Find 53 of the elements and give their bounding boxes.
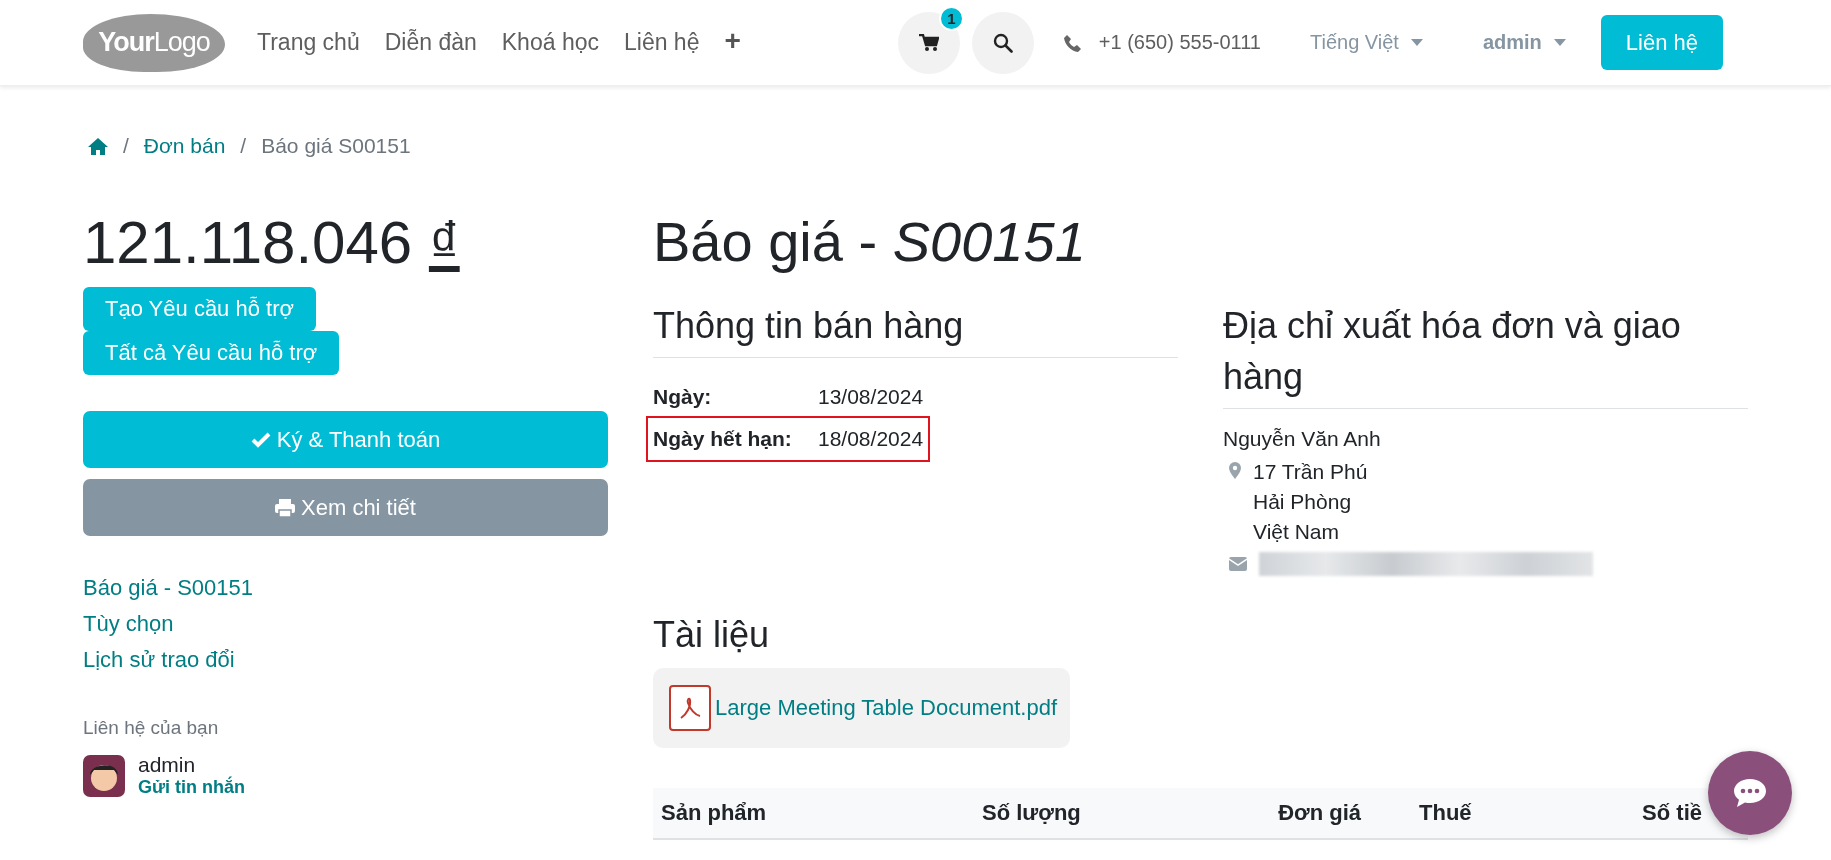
customer-name: Nguyễn Văn Anh bbox=[1223, 427, 1382, 451]
breadcrumb-current: Báo giá S00151 bbox=[261, 134, 411, 158]
attachment-card[interactable]: Large Meeting Table Document.pdf bbox=[653, 668, 1071, 748]
chat-button[interactable] bbox=[1708, 751, 1792, 835]
field-label: Ngày hết hạn: bbox=[653, 427, 793, 451]
nav-link[interactable]: Liên hệ bbox=[624, 29, 700, 56]
address-text: 17 Trần Phú Hải Phòng Việt Nam bbox=[1253, 459, 1368, 545]
page-title: Báo giá - S00151 bbox=[653, 209, 1087, 275]
section-heading: Tài liệu bbox=[653, 614, 771, 656]
printer-icon bbox=[275, 498, 296, 517]
column-header: Sản phẩm bbox=[661, 800, 768, 826]
phone-number: +1 (650) 555-0111 bbox=[1098, 31, 1261, 54]
user-dropdown[interactable]: admin bbox=[1482, 31, 1566, 54]
section-heading: Địa chỉ xuất hóa đơn và giao hàng bbox=[1223, 300, 1748, 409]
cart-icon bbox=[918, 33, 939, 52]
search-icon bbox=[992, 32, 1013, 53]
nav-link[interactable]: Trang chủ bbox=[257, 29, 360, 56]
sidebar-link[interactable]: Tùy chọn bbox=[83, 610, 254, 637]
nav-link[interactable]: Diễn đàn bbox=[384, 29, 477, 56]
add-menu-link[interactable]: + bbox=[724, 29, 741, 56]
contact-name: admin bbox=[138, 753, 197, 777]
field-label: Ngày: bbox=[653, 385, 713, 409]
pdf-file-icon bbox=[669, 685, 711, 731]
column-header: Thuế bbox=[1419, 800, 1472, 826]
cart-count-badge: 1 bbox=[938, 5, 964, 31]
nav-link[interactable]: Khoá học bbox=[501, 29, 599, 56]
field-value: 13/08/2024 bbox=[818, 385, 924, 409]
logo[interactable]: YourLogo bbox=[83, 13, 225, 72]
avatar bbox=[83, 754, 125, 797]
sidebar-link[interactable]: Báo giá - S00151 bbox=[83, 574, 254, 601]
send-message-link[interactable]: Gửi tin nhắn bbox=[138, 777, 246, 798]
language-dropdown[interactable]: Tiếng Việt bbox=[1310, 31, 1423, 54]
column-header: Số tiề bbox=[1641, 800, 1702, 826]
phone-icon bbox=[1063, 33, 1082, 52]
view-details-button[interactable]: Xem chi tiết bbox=[83, 479, 608, 536]
column-header: Đơn giá bbox=[1277, 800, 1361, 826]
caret-icon bbox=[1410, 39, 1423, 46]
total-amount: 121.118.046 ₫ bbox=[83, 208, 460, 278]
home-icon[interactable] bbox=[88, 137, 108, 155]
breadcrumb-separator: / bbox=[123, 134, 129, 158]
chat-bubble-icon bbox=[1733, 778, 1767, 808]
file-link[interactable]: Large Meeting Table Document.pdf bbox=[715, 695, 1058, 721]
field-value: 18/08/2024 bbox=[818, 427, 924, 451]
map-pin-icon bbox=[1229, 462, 1241, 479]
envelope-icon bbox=[1229, 557, 1247, 571]
caret-icon bbox=[1553, 39, 1566, 46]
sidebar-link[interactable]: Lịch sử trao đổi bbox=[83, 646, 254, 673]
checkmark-icon bbox=[250, 431, 271, 448]
section-heading: Thông tin bán hàng bbox=[653, 300, 1178, 358]
column-header: Số lượng bbox=[982, 800, 1082, 826]
contact-heading: Liên hệ của bạn bbox=[83, 717, 219, 739]
breadcrumb-link[interactable]: Đơn bán bbox=[143, 134, 226, 158]
breadcrumb-separator: / bbox=[240, 134, 247, 158]
